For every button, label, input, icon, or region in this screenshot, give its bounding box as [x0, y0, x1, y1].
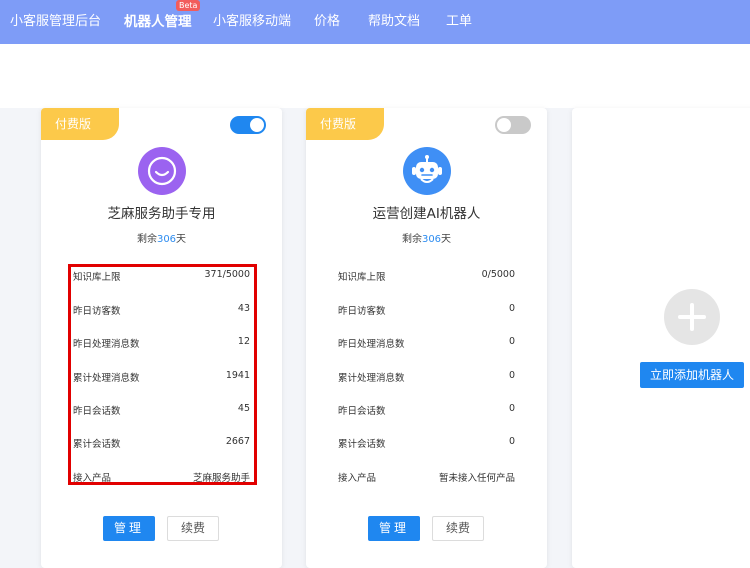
stat-row: 累计处理消息数 0 — [338, 370, 515, 384]
remaining-days: 剩余306天 — [136, 234, 187, 245]
renew-button[interactable]: 续费 — [432, 516, 484, 541]
nav-item-robot-management[interactable]: 机器人管理 — [124, 12, 192, 32]
renew-button[interactable]: 续费 — [167, 516, 219, 541]
highlight-annotation-box — [68, 264, 257, 485]
robot-icon — [403, 147, 451, 195]
plan-ribbon: 付费版 — [306, 108, 384, 140]
manage-button[interactable]: 管理 — [368, 516, 420, 541]
robot-toggle[interactable] — [230, 116, 266, 134]
nav-item-help-docs[interactable]: 帮助文档 — [368, 12, 420, 32]
robot-toggle[interactable] — [495, 116, 531, 134]
manage-button[interactable]: 管理 — [103, 516, 155, 541]
plan-ribbon: 付费版 — [41, 108, 119, 140]
nav-item-dashboard[interactable]: 小客服管理后台 — [10, 12, 101, 32]
remaining-days-count: 306 — [421, 234, 442, 245]
robot-card: 付费版 运营创建AI机器人 剩余306天 知识库上限 0/5000 昨日访客数 0 … — [306, 108, 547, 568]
smile-face-icon — [138, 147, 186, 195]
nav-item-tickets[interactable]: 工单 — [446, 12, 472, 32]
stat-row: 知识库上限 0/5000 — [338, 269, 515, 283]
toggle-knob — [250, 118, 264, 132]
stat-row: 昨日处理消息数 0 — [338, 336, 515, 350]
remaining-days: 剩余306天 — [401, 234, 452, 245]
add-robot-card: 立即添加机器人 — [572, 108, 750, 568]
toggle-knob — [497, 118, 511, 132]
add-robot-button[interactable]: 立即添加机器人 — [640, 362, 744, 388]
robot-name: 运营创建AI机器人 — [372, 206, 481, 222]
nav-item-mobile[interactable]: 小客服移动端 — [213, 12, 291, 32]
stat-row: 接入产品 暂未接入任何产品 — [338, 473, 515, 484]
page-header-band — [0, 44, 750, 108]
stat-row: 昨日会话数 0 — [338, 403, 515, 417]
stat-row: 昨日访客数 0 — [338, 303, 515, 317]
robot-name: 芝麻服务助手专用 — [107, 206, 216, 222]
top-nav: 小客服管理后台 机器人管理 Beta 小客服移动端 价格 帮助文档 工单 — [0, 0, 750, 44]
stat-row: 累计会话数 0 — [338, 436, 515, 450]
beta-badge: Beta — [176, 0, 201, 11]
remaining-days-count: 306 — [156, 234, 177, 245]
plus-icon[interactable] — [664, 289, 720, 345]
nav-item-pricing[interactable]: 价格 — [314, 12, 340, 32]
